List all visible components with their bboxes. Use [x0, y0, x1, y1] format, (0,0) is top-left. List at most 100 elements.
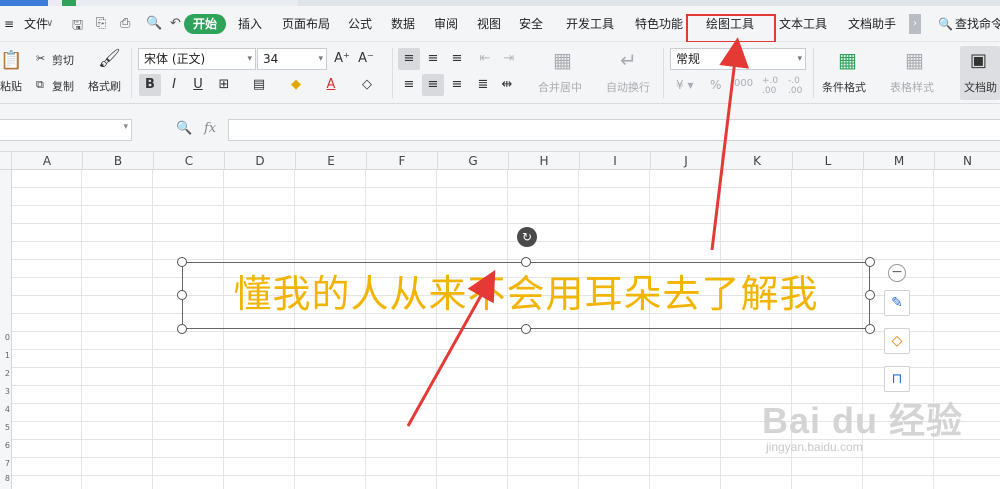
- paste-button[interactable]: 粘贴: [0, 78, 22, 94]
- tab-security[interactable]: 安全: [519, 14, 543, 34]
- resize-handle-right[interactable]: [865, 290, 875, 300]
- row-header[interactable]: 4: [0, 405, 12, 414]
- clear-format-icon[interactable]: ◇: [356, 74, 378, 96]
- conditional-format-icon[interactable]: ▦: [838, 48, 857, 72]
- column-header[interactable]: D: [225, 152, 296, 170]
- bold-button[interactable]: B: [139, 74, 161, 96]
- column-header[interactable]: E: [296, 152, 367, 170]
- column-header[interactable]: B: [83, 152, 154, 170]
- scissors-icon[interactable]: ✂: [36, 52, 45, 65]
- file-menu[interactable]: 文件: [24, 14, 48, 34]
- shape-outline-icon[interactable]: ⊓: [884, 366, 910, 392]
- resize-handle-bottom-left[interactable]: [177, 324, 187, 334]
- table-style-button[interactable]: 表格样式: [890, 79, 934, 95]
- increase-font-icon[interactable]: A⁺: [331, 48, 353, 70]
- column-header[interactable]: M: [864, 152, 935, 170]
- align-middle-icon[interactable]: ≡: [422, 48, 444, 70]
- hamburger-icon[interactable]: ≡: [4, 14, 14, 34]
- conditional-format-button[interactable]: 条件格式: [822, 79, 866, 95]
- border-icon[interactable]: ⊞: [213, 74, 235, 96]
- column-header[interactable]: H: [509, 152, 580, 170]
- increase-indent-icon[interactable]: ⇥: [498, 48, 520, 70]
- resize-handle-top-left[interactable]: [177, 257, 187, 267]
- chevron-down-icon[interactable]: ∨: [46, 14, 53, 34]
- align-right-icon[interactable]: ≡: [446, 74, 468, 96]
- row-header[interactable]: 2: [0, 369, 12, 378]
- decrease-indent-icon[interactable]: ⇤: [474, 48, 496, 70]
- format-painter-icon[interactable]: 🖌: [98, 48, 121, 69]
- column-header[interactable]: F: [367, 152, 438, 170]
- column-header[interactable]: J: [651, 152, 722, 170]
- shape-style-icon[interactable]: ✎: [884, 290, 910, 316]
- resize-handle-left[interactable]: [177, 290, 187, 300]
- increase-decimal-icon[interactable]: +.0.00: [762, 76, 778, 96]
- tab-insert[interactable]: 插入: [238, 14, 262, 34]
- fill-color-icon[interactable]: ◆: [285, 74, 307, 96]
- font-color-icon[interactable]: A: [320, 74, 342, 96]
- decrease-decimal-icon[interactable]: -.0.00: [788, 76, 802, 96]
- resize-handle-bottom[interactable]: [521, 324, 531, 334]
- thousands-icon[interactable]: 000: [734, 78, 753, 89]
- save-icon[interactable]: 🖫: [72, 16, 83, 38]
- copy-button[interactable]: 复制: [52, 78, 74, 94]
- column-header[interactable]: K: [722, 152, 793, 170]
- fx-label[interactable]: fx: [204, 121, 216, 136]
- number-format-select[interactable]: 常规 ▾: [670, 48, 806, 70]
- tab-developer[interactable]: 开发工具: [566, 14, 614, 34]
- tab-home[interactable]: 开始: [184, 14, 227, 34]
- search-icon[interactable]: 🔍: [938, 14, 953, 34]
- paste-icon[interactable]: 📋: [0, 50, 22, 71]
- undo-icon[interactable]: ↶: [170, 16, 181, 31]
- font-name-select[interactable]: 宋体 (正文) ▾: [138, 48, 256, 70]
- align-bottom-icon[interactable]: ≡: [446, 48, 468, 70]
- tab-special[interactable]: 特色功能: [635, 14, 683, 34]
- justify-icon[interactable]: ≣: [472, 74, 494, 96]
- select-all-corner[interactable]: [0, 152, 12, 170]
- resize-handle-top[interactable]: [521, 257, 531, 267]
- export-icon[interactable]: ⎘: [96, 16, 106, 31]
- format-painter-button[interactable]: 格式刷: [88, 78, 121, 94]
- merge-center-button[interactable]: 合并居中: [538, 79, 582, 95]
- text-box-shape[interactable]: 懂我的人从来不会用耳朵去了解我: [182, 262, 870, 329]
- formula-input[interactable]: [228, 119, 1000, 141]
- font-size-select[interactable]: 34 ▾: [257, 48, 327, 70]
- wrap-text-icon[interactable]: ↵: [620, 48, 637, 72]
- row-header[interactable]: 5: [0, 423, 12, 432]
- column-header[interactable]: G: [438, 152, 509, 170]
- tab-text-tools[interactable]: 文本工具: [779, 14, 827, 34]
- merge-cells-icon[interactable]: ▦: [553, 48, 572, 72]
- row-header[interactable]: 7: [0, 459, 12, 468]
- decrease-font-icon[interactable]: A⁻: [355, 48, 377, 70]
- resize-handle-bottom-right[interactable]: [865, 324, 875, 334]
- row-header[interactable]: 6: [0, 441, 12, 450]
- currency-icon[interactable]: ¥ ▾: [676, 78, 693, 92]
- print-preview-icon[interactable]: 🔍: [146, 16, 162, 31]
- shape-fill-icon[interactable]: ◇: [884, 328, 910, 354]
- chevron-right-icon[interactable]: ›: [909, 14, 921, 34]
- italic-button[interactable]: I: [163, 74, 185, 96]
- align-center-icon[interactable]: ≡: [422, 74, 444, 96]
- zoom-icon[interactable]: 🔍: [176, 121, 192, 136]
- align-top-icon[interactable]: ≡: [398, 48, 420, 70]
- command-search[interactable]: 查找命令: [955, 14, 1000, 34]
- tab-doc-helper[interactable]: 文档助手: [848, 14, 896, 34]
- print-icon[interactable]: ⎙: [120, 16, 130, 31]
- column-header[interactable]: N: [935, 152, 1000, 170]
- tab-formulas[interactable]: 公式: [348, 14, 372, 34]
- tab-review[interactable]: 审阅: [434, 14, 458, 34]
- collapse-icon[interactable]: −: [888, 264, 906, 282]
- column-header[interactable]: C: [154, 152, 225, 170]
- tab-data[interactable]: 数据: [391, 14, 415, 34]
- fill-pattern-icon[interactable]: ▤: [248, 74, 270, 96]
- column-header[interactable]: A: [12, 152, 83, 170]
- percent-icon[interactable]: %: [710, 78, 721, 92]
- row-header[interactable]: 3: [0, 387, 12, 396]
- underline-button[interactable]: U: [187, 74, 209, 96]
- tab-view[interactable]: 视图: [477, 14, 501, 34]
- row-header[interactable]: 1: [0, 351, 12, 360]
- table-style-icon[interactable]: ▦: [905, 48, 924, 72]
- name-box[interactable]: ▾: [0, 119, 132, 141]
- row-header[interactable]: 0: [0, 333, 12, 342]
- copy-icon[interactable]: ⧉: [36, 78, 44, 92]
- row-header[interactable]: 8: [0, 474, 12, 483]
